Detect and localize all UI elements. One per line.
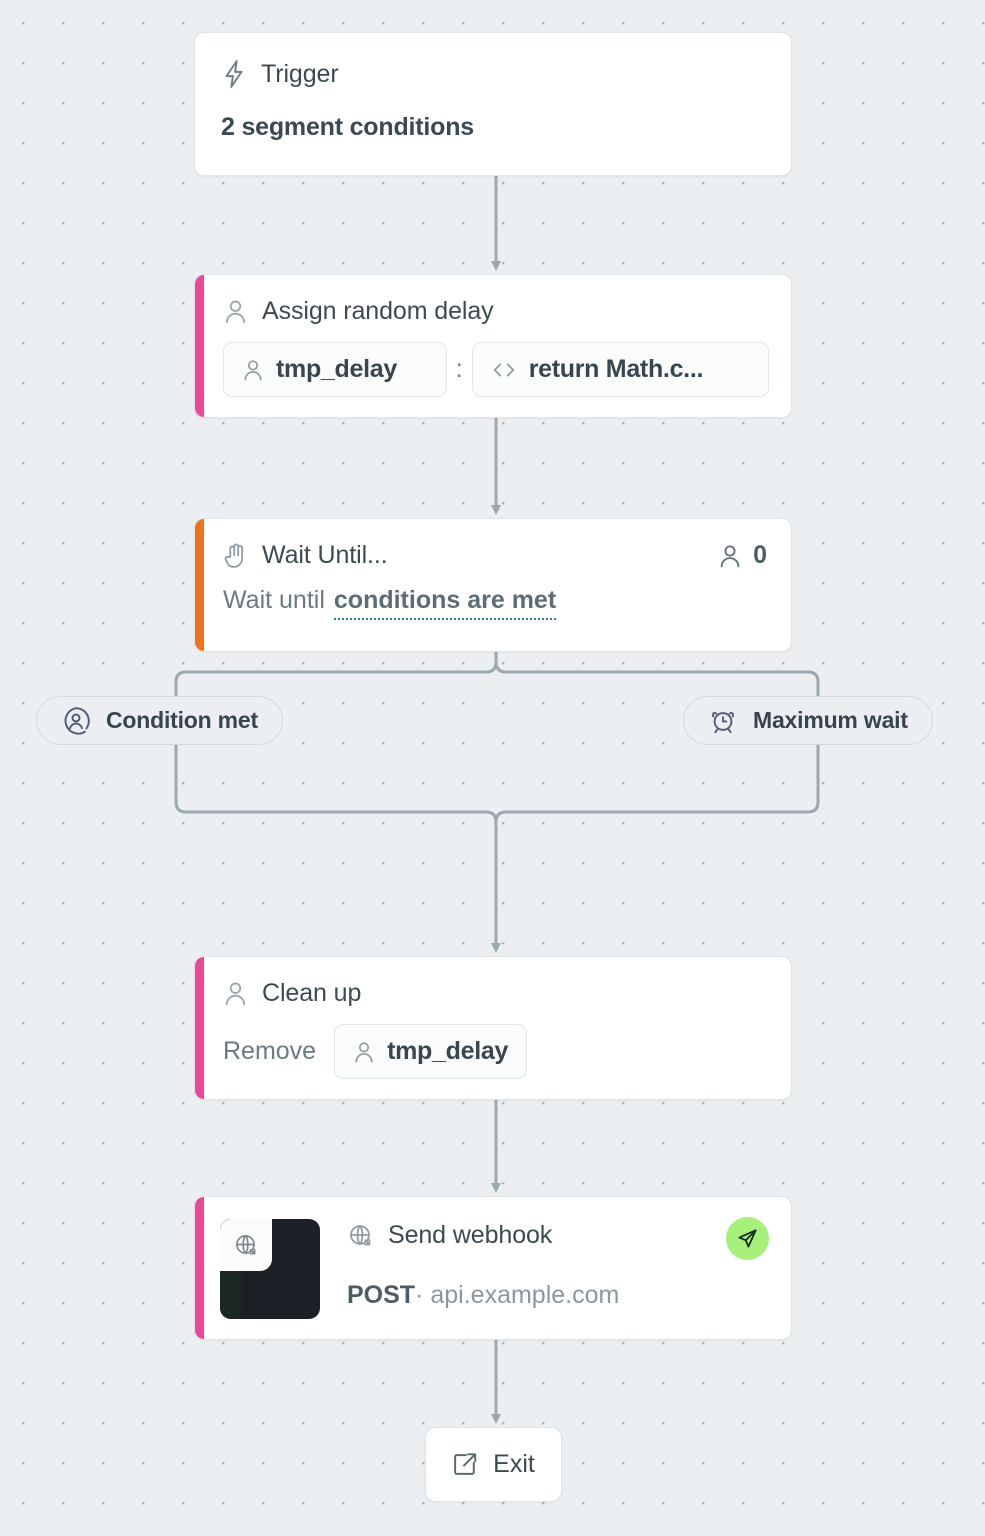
webhook-thumbnail (220, 1219, 320, 1319)
wait-header: Wait Until... (223, 541, 388, 570)
person-icon (223, 980, 248, 1007)
node-trigger[interactable]: Trigger 2 segment conditions (194, 32, 792, 176)
wait-count-value: 0 (753, 541, 767, 569)
assign-header: Assign random delay (223, 297, 769, 326)
webhook-title: Send webhook (388, 1221, 553, 1249)
branch-pill-maximum-wait[interactable]: Maximum wait (683, 696, 933, 745)
wait-conditions-link[interactable]: conditions are met (333, 586, 557, 620)
cleanup-header: Clean up (223, 979, 769, 1008)
assign-chips: tmp_delay : return Math.c... (223, 342, 769, 397)
attribute-chip-label: tmp_delay (387, 1037, 509, 1065)
exit-label: Exit (493, 1450, 535, 1478)
attribute-chip-tmp-delay[interactable]: tmp_delay (334, 1024, 528, 1079)
webhook-method: POST (347, 1281, 416, 1309)
cleanup-title: Clean up (262, 979, 362, 1007)
workflow-canvas[interactable]: Trigger 2 segment conditions Assign rand… (0, 0, 985, 1536)
wait-body-prefix: Wait until (223, 586, 325, 614)
wait-body: Wait until conditions are met (223, 586, 767, 620)
webhook-host: api.example.com (430, 1281, 620, 1309)
hand-raised-icon (223, 542, 248, 570)
person-icon (242, 358, 264, 382)
attribute-chip-label: tmp_delay (276, 355, 397, 383)
value-chip-label: return Math.c... (528, 355, 704, 383)
value-chip-code[interactable]: return Math.c... (471, 342, 769, 397)
node-assign-random-delay[interactable]: Assign random delay tmp_delay : return M… (194, 274, 792, 418)
webhook-separator: · (415, 1281, 424, 1309)
branch-pill-condition-met[interactable]: Condition met (36, 696, 283, 745)
thumbnail-badge (220, 1219, 272, 1271)
assign-title: Assign random delay (262, 297, 494, 325)
person-in-circle-icon (61, 706, 91, 736)
webhook-endpoint: POST· api.example.com (347, 1281, 619, 1310)
code-brackets-icon (491, 360, 517, 380)
trigger-title: Trigger (261, 59, 339, 88)
external-link-icon (452, 1451, 479, 1478)
node-send-webhook[interactable]: Send webhook POST· api.example.com (194, 1196, 792, 1340)
branch-pill-label: Condition met (106, 707, 258, 733)
wait-title: Wait Until... (262, 541, 388, 569)
person-icon (353, 1040, 375, 1064)
node-wait-until[interactable]: Wait Until... 0 Wait until conditions ar… (194, 518, 792, 652)
person-icon (718, 543, 742, 569)
node-clean-up[interactable]: Clean up Remove tmp_delay (194, 956, 792, 1100)
paper-plane-icon (736, 1227, 759, 1250)
person-icon (223, 298, 248, 325)
cleanup-action-label: Remove (223, 1037, 317, 1065)
wait-user-count: 0 (718, 541, 767, 570)
trigger-subtitle: 2 segment conditions (221, 113, 474, 141)
lightning-bolt-icon (221, 59, 247, 89)
globe-icon (347, 1222, 374, 1249)
attribute-chip-tmp-delay[interactable]: tmp_delay (223, 342, 447, 397)
branch-pill-label: Maximum wait (753, 707, 908, 733)
webhook-send-badge[interactable] (726, 1217, 769, 1260)
chip-separator: : (455, 355, 463, 383)
globe-icon (233, 1232, 259, 1258)
alarm-clock-icon (708, 706, 738, 736)
node-exit[interactable]: Exit (425, 1427, 562, 1502)
trigger-header: Trigger (221, 59, 765, 89)
webhook-header: Send webhook (347, 1221, 552, 1250)
